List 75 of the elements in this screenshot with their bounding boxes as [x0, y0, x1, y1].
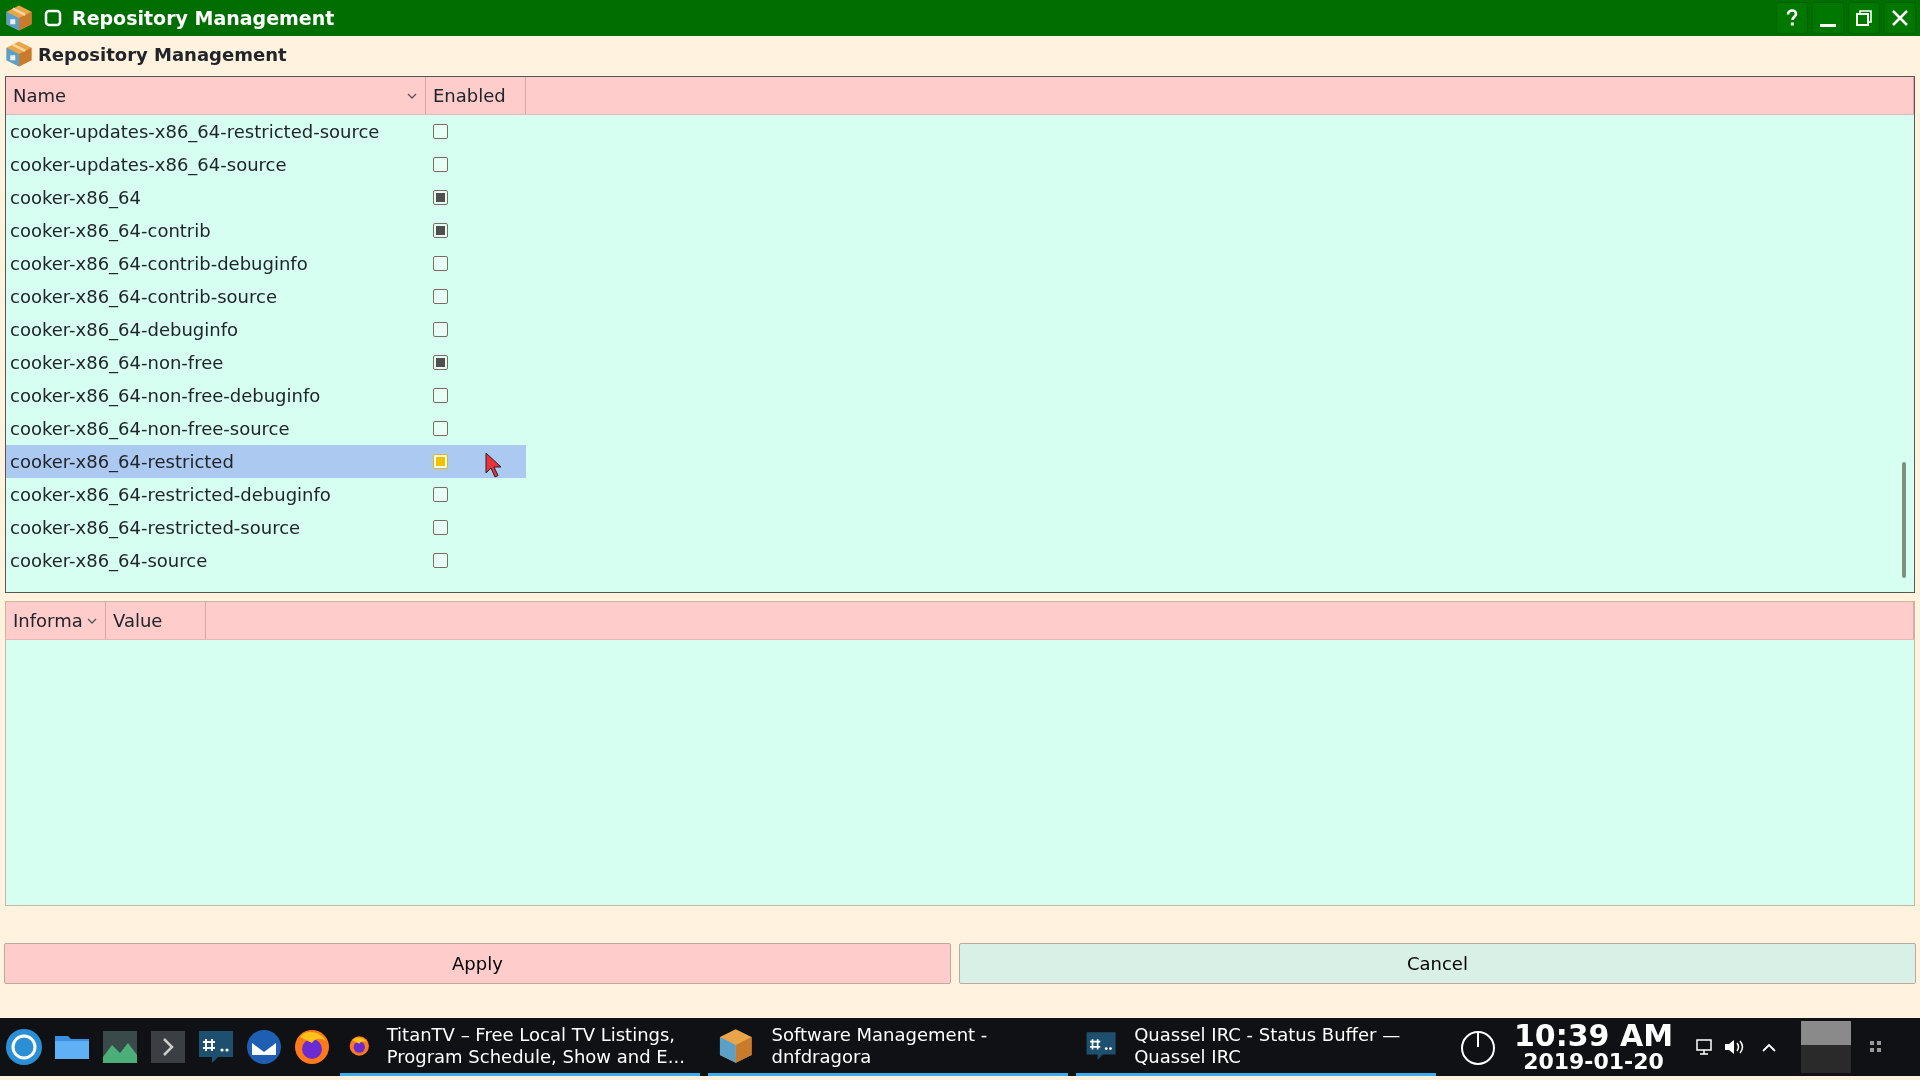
table-row[interactable]: cooker-x86_64-non-free-source [6, 412, 526, 445]
table-cell-text: cooker-x86_64-contrib-debuginfo [9, 252, 309, 277]
mail-icon[interactable] [244, 1027, 284, 1067]
chevron-up-icon[interactable] [1761, 1041, 1777, 1053]
taskbar-entry[interactable]: Quassel IRC - Status Buffer — Quassel IRC [1076, 1018, 1436, 1076]
table-row[interactable]: cooker-updates-x86_64-restricted-source [6, 115, 526, 148]
checkbox[interactable] [433, 124, 448, 139]
volume-icon[interactable] [1723, 1037, 1745, 1057]
taskbar-entry[interactable]: TitanTV – Free Local TV Listings, Program Schedule, Show and E... [340, 1018, 700, 1076]
table-row[interactable]: cooker-x86_64-source [6, 544, 526, 577]
package-icon [4, 39, 34, 69]
table-row[interactable]: cooker-updates-x86_64-source [6, 148, 526, 181]
table-cell-text: cooker-x86_64-contrib [9, 219, 212, 244]
checkbox[interactable] [433, 289, 448, 304]
table-cell-text: cooker-x86_64-restricted-source [9, 516, 302, 541]
table-cell-text: cooker-x86_64-contrib-source [9, 285, 278, 310]
table-cell-text: cooker-x86_64-non-free [9, 351, 225, 376]
table-cell-text: cooker-x86_64-non-free-source [9, 417, 291, 442]
help-button[interactable] [1776, 2, 1808, 34]
column-header[interactable]: Informa [6, 602, 106, 639]
dialog-heading: Repository Management [38, 42, 287, 67]
checkbox[interactable] [433, 355, 448, 370]
table-cell-text: cooker-updates-x86_64-source [9, 153, 288, 178]
grid-dots-icon[interactable] [1869, 1040, 1883, 1054]
window-menu-icon[interactable] [42, 7, 64, 29]
column-header[interactable]: Name [6, 77, 426, 114]
table-row[interactable]: cooker-x86_64-debuginfo [6, 313, 526, 346]
app-icon [4, 3, 34, 33]
table-cell-text: cooker-x86_64 [9, 186, 142, 211]
minimize-button[interactable] [1812, 2, 1844, 34]
apply-button[interactable]: Apply [4, 943, 951, 984]
taskbar-entry[interactable]: Software Management - dnfdragora [708, 1018, 1068, 1076]
launcher-icon[interactable] [4, 1027, 44, 1067]
checkbox[interactable] [433, 190, 448, 205]
checkbox[interactable] [433, 223, 448, 238]
maximize-button[interactable] [1848, 2, 1880, 34]
column-header[interactable]: Value [106, 602, 206, 639]
minimize-icon [1820, 23, 1836, 27]
checkbox[interactable] [433, 322, 448, 337]
cancel-button[interactable]: Cancel [958, 943, 1916, 984]
checkbox[interactable] [433, 454, 448, 469]
table-cell-text: cooker-updates-x86_64-restricted-source [9, 120, 381, 145]
checkbox[interactable] [433, 487, 448, 502]
table-cell-text: cooker-x86_64-debuginfo [9, 318, 239, 343]
table-row[interactable]: cooker-x86_64-contrib-source [6, 280, 526, 313]
table-row[interactable]: cooker-x86_64-restricted [6, 445, 526, 478]
browser-icon[interactable] [292, 1027, 332, 1067]
checkbox[interactable] [433, 157, 448, 172]
checkbox[interactable] [433, 553, 448, 568]
table-cell-text: cooker-x86_64-source [9, 549, 209, 574]
checkbox[interactable] [433, 388, 448, 403]
table-cell-text: cooker-x86_64-non-free-debuginfo [9, 384, 322, 409]
close-button[interactable] [1884, 2, 1916, 34]
clock-time: 10:39 AM [1514, 1021, 1673, 1051]
table-row[interactable]: cooker-x86_64-non-free-debuginfo [6, 379, 526, 412]
clock-date: 2019-01-20 [1523, 1051, 1664, 1073]
table-cell-text: cooker-x86_64-restricted-debuginfo [9, 483, 332, 508]
table-cell-text: cooker-x86_64-restricted [9, 450, 235, 475]
table-row[interactable]: cooker-x86_64-non-free [6, 346, 526, 379]
table-row[interactable]: cooker-x86_64-contrib-debuginfo [6, 247, 526, 280]
table-row[interactable]: cooker-x86_64-restricted-debuginfo [6, 478, 526, 511]
checkbox[interactable] [433, 421, 448, 436]
maximize-icon [1853, 7, 1875, 29]
checkbox[interactable] [433, 256, 448, 271]
table-row[interactable]: cooker-x86_64-contrib [6, 214, 526, 247]
table-row[interactable]: cooker-x86_64 [6, 181, 526, 214]
network-icon[interactable] [1695, 1037, 1715, 1057]
pager-widget[interactable] [1801, 1021, 1851, 1073]
table-row[interactable]: cooker-x86_64-restricted-source [6, 511, 526, 544]
scrollbar-handle[interactable] [1902, 462, 1906, 578]
checkbox[interactable] [433, 520, 448, 535]
column-header[interactable]: Enabled [426, 77, 526, 114]
window-title: Repository Management [72, 5, 335, 31]
sort-chevron-icon [86, 616, 98, 625]
sort-chevron-icon [406, 91, 418, 100]
